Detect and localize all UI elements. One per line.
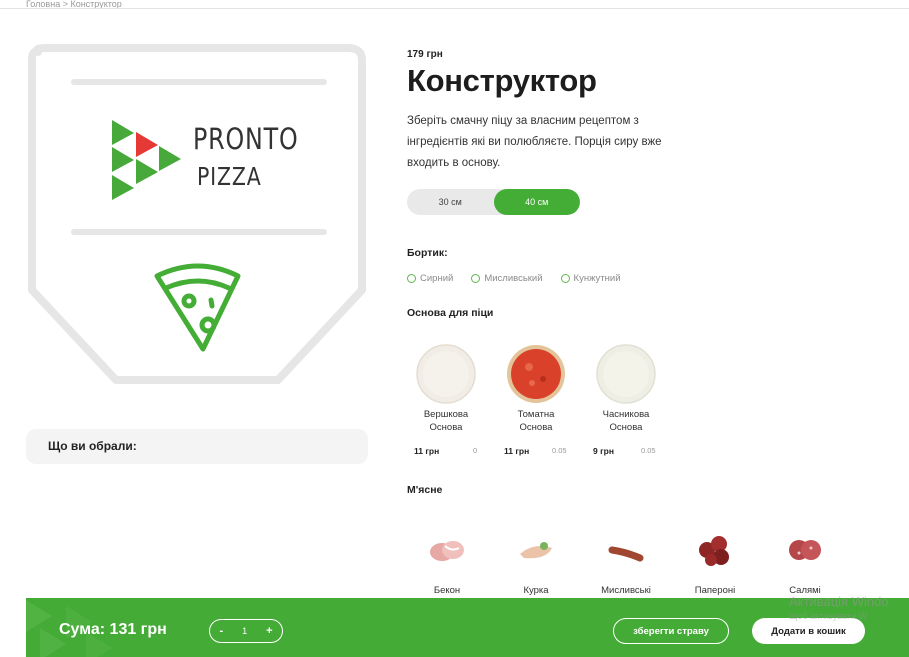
qty-plus-button[interactable]: + [266, 625, 272, 637]
meat-name: Курка [523, 585, 549, 596]
base-price: 9 грн [593, 446, 614, 456]
logo-text-pronto: PRONTO [193, 122, 299, 156]
base-weight: 0.05 [552, 446, 567, 455]
bacon-image [430, 541, 464, 561]
sausage-image [608, 546, 644, 562]
base-section-label: Основа для піци [407, 307, 494, 319]
qty-value[interactable]: 1 [242, 626, 247, 636]
page-title: Конструктор [407, 63, 597, 98]
quantity-stepper: - 1 + [209, 619, 283, 643]
base-price: 11 грн [504, 446, 530, 456]
pizza-box-frame [28, 44, 366, 384]
windows-activation-watermark: Активація Windo [789, 594, 889, 609]
pizza-preview: PRONTO PIZZA [26, 44, 368, 389]
base-card-tomato[interactable]: Томатна Основа 11 грн 0.05 [500, 343, 572, 458]
crust-option-sesame[interactable]: Кунжутний [560, 273, 621, 284]
base-price: 11 грн [414, 446, 440, 456]
base-card-cream[interactable]: Вершкова Основа 11 грн 0 [410, 343, 482, 458]
top-divider [0, 8, 909, 9]
crust-option-hunting[interactable]: Мисливський [471, 273, 543, 284]
breadcrumb[interactable]: Головна > Конструктор [26, 0, 122, 9]
bottom-bar: Сума: 131 грн - 1 + зберегти страву Дода… [26, 598, 909, 657]
meat-name: Папероні [694, 585, 736, 596]
crust-label: Бортик: [407, 247, 448, 259]
windows-activation-watermark-sub: Щоб активувати W [789, 611, 868, 621]
product-price: 179 грн [407, 49, 443, 60]
radio-icon [407, 274, 416, 283]
pepperoni-image [699, 536, 729, 566]
save-dish-button[interactable]: зберегти страву [613, 618, 729, 644]
add-to-cart-button[interactable]: Додати в кошик [752, 618, 865, 644]
product-description: Зберіть смачну піцу за власним рецептом … [407, 115, 662, 169]
pizza-slice-icon [154, 263, 241, 352]
total-sum: Сума: 131 грн [59, 621, 167, 638]
base-name: Вершкова Основа [423, 409, 469, 433]
chicken-image [520, 542, 552, 559]
meat-section-label: М'ясне [407, 484, 443, 496]
crust-option-cheese[interactable]: Сирний [407, 273, 453, 284]
size-switch: 30 см 40 см [407, 189, 580, 215]
meat-name: Бекон [433, 585, 461, 596]
meat-card-bacon[interactable]: Бекон [416, 530, 478, 596]
base-name: Томатна Основа [517, 409, 555, 433]
base-image [507, 345, 565, 403]
chosen-summary: Що ви обрали: [26, 429, 368, 464]
meat-name: Мисливські [601, 585, 651, 596]
size-option-40[interactable]: 40 см [493, 189, 580, 215]
logo-text-pizza: PIZZA [197, 162, 262, 191]
meat-card-pepperoni[interactable]: Папероні [684, 530, 746, 596]
meat-card-hunting-sausages[interactable]: Мисливські [594, 530, 658, 596]
radio-icon [471, 274, 481, 283]
base-card-garlic[interactable]: Часникова Основа 9 грн 0.05 [590, 343, 662, 458]
base-weight: 0.05 [641, 446, 656, 455]
meat-card-chicken[interactable]: Курка [505, 530, 567, 596]
crust-option-label: Кунжутний [573, 273, 621, 284]
crust-options: Сирний Мисливський Кунжутний [407, 273, 621, 284]
base-image [416, 344, 476, 404]
salami-image [789, 540, 821, 560]
radio-icon [560, 274, 570, 283]
size-option-30[interactable]: 30 см [407, 189, 494, 215]
base-image [596, 344, 656, 404]
logo-mark [112, 120, 181, 200]
crust-option-label: Мисливський [484, 273, 543, 284]
crust-option-label: Сирний [420, 273, 454, 284]
qty-minus-button[interactable]: - [219, 625, 223, 637]
base-name: Часникова Основа [602, 409, 650, 433]
meat-card-salami[interactable]: Салямі [774, 530, 836, 596]
page: Головна > Конструктор PRONTO PIZZA Що ви… [0, 0, 909, 657]
base-weight: 0 [473, 446, 478, 455]
